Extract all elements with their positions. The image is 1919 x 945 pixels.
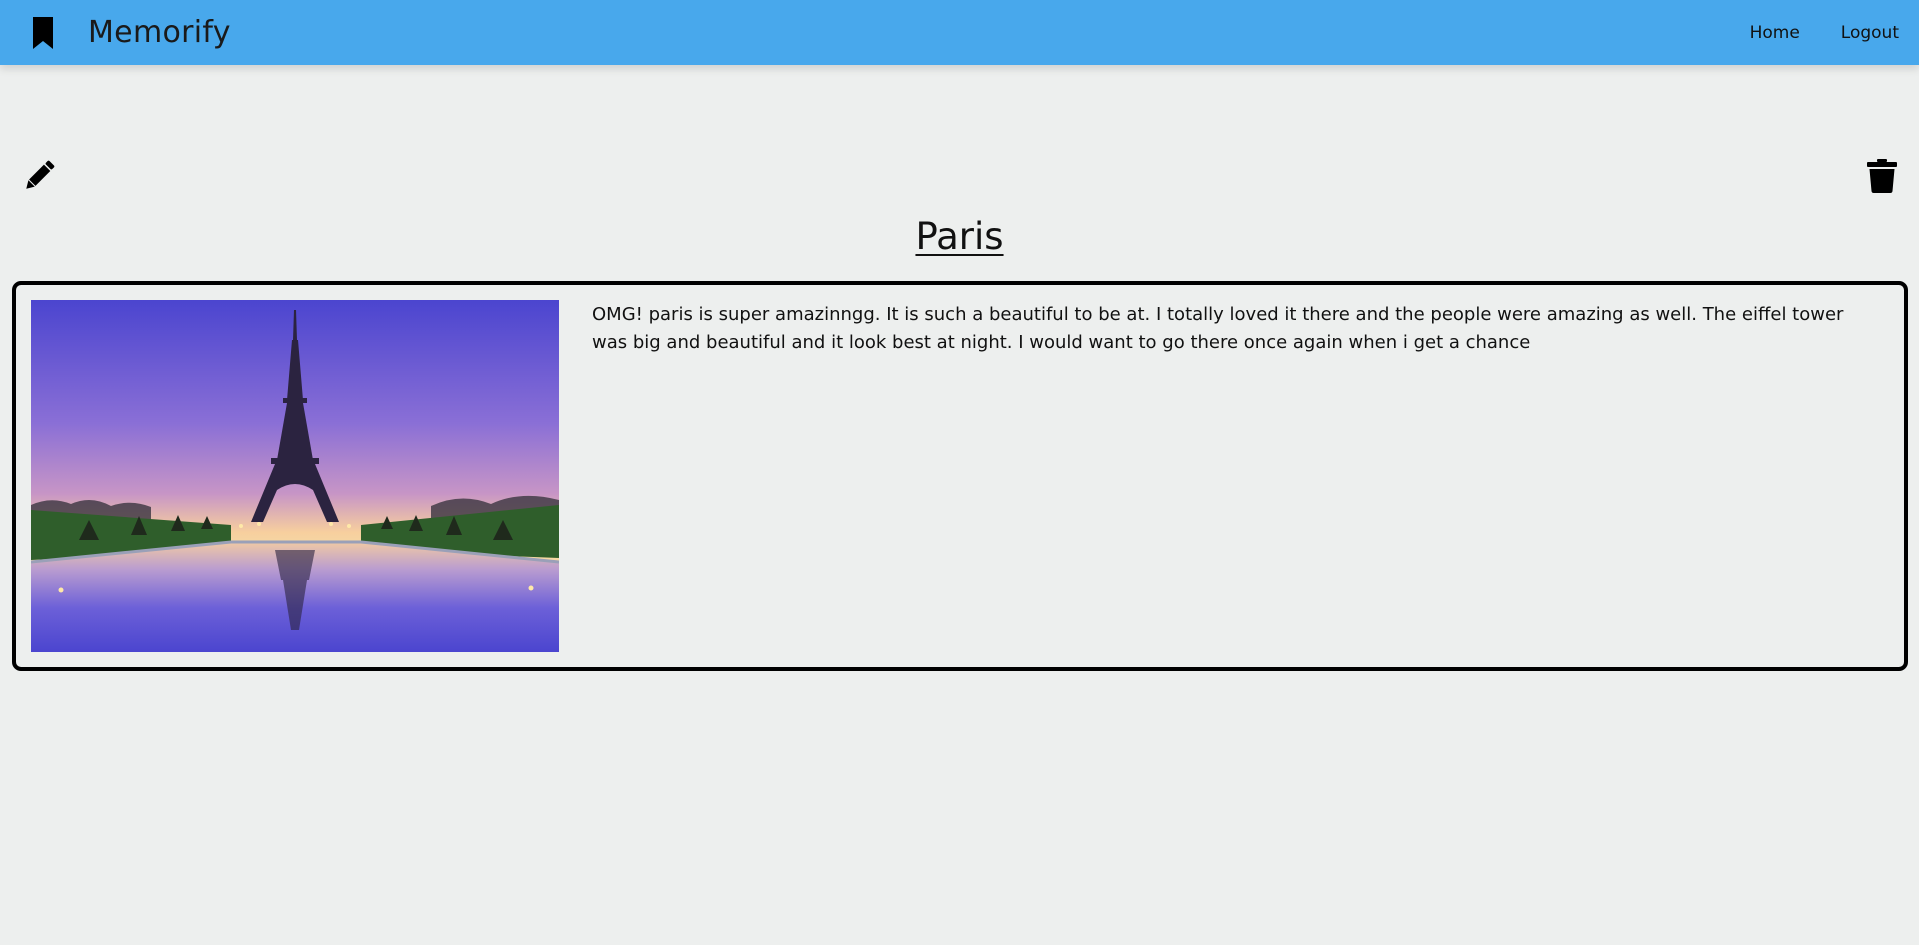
trash-icon[interactable] xyxy=(1864,159,1900,193)
pencil-icon[interactable] xyxy=(22,159,56,193)
brand-name: Memorify xyxy=(88,15,231,50)
memory-description: OMG! paris is super amazinngg. It is suc… xyxy=(592,304,1844,353)
memory-image xyxy=(31,300,559,652)
bookmark-icon xyxy=(33,16,53,49)
nav-logout-link[interactable]: Logout xyxy=(1841,23,1899,43)
memory-title: Paris xyxy=(915,215,1004,258)
memory-card: OMG! paris is super amazinngg. It is suc… xyxy=(12,281,1908,671)
eiffel-tower-photo xyxy=(31,300,559,652)
navbar: Memorify Home Logout xyxy=(0,0,1919,65)
brand-link[interactable]: Memorify xyxy=(0,0,231,65)
nav-home-link[interactable]: Home xyxy=(1750,23,1800,43)
nav-links: Home Logout xyxy=(1709,0,1919,65)
